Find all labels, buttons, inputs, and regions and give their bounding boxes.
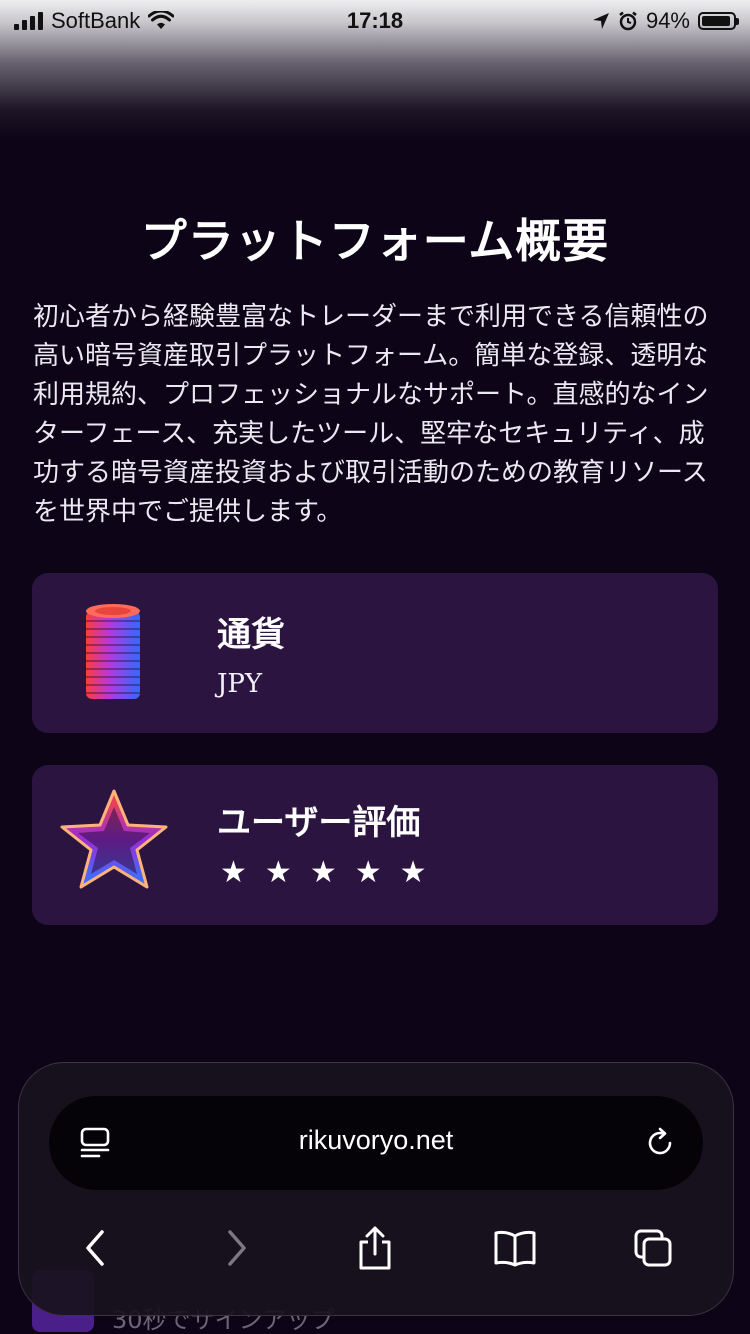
battery-percent: 94% — [645, 8, 690, 33]
back-button[interactable] — [65, 1218, 125, 1278]
rating-star-3: ★ — [309, 855, 337, 890]
tabs-button[interactable] — [623, 1218, 683, 1278]
status-right: 94% — [592, 8, 739, 34]
currency-label: 通貨 — [217, 615, 285, 655]
book-icon — [494, 1230, 536, 1267]
tabs-icon — [634, 1229, 672, 1267]
page-description: 初心者から経験豊富なトレーダーまで利用できる信頼性の高い暗号資産取引プラットフォ… — [33, 302, 709, 527]
location-arrow-icon — [592, 13, 609, 29]
url-text[interactable]: rikuvoryo.net — [49, 1125, 703, 1156]
reload-icon[interactable] — [643, 1126, 677, 1160]
rating-label: ユーザー評価 — [217, 803, 421, 843]
rating-star-2: ★ — [264, 855, 292, 890]
browser-toolbar: rikuvoryo.net — [18, 1062, 734, 1316]
chevron-left-icon — [86, 1230, 104, 1266]
share-button[interactable] — [345, 1218, 405, 1278]
bookmarks-button[interactable] — [485, 1218, 545, 1278]
share-icon — [359, 1226, 391, 1270]
coin-stack-icon — [86, 604, 140, 699]
battery-fill — [702, 16, 730, 26]
alarm-icon — [619, 11, 637, 31]
chevron-right-icon — [228, 1230, 246, 1266]
user-rating-card: ユーザー評価 ★ ★ ★ ★ ★ — [32, 765, 718, 925]
rating-stars: ★ ★ ★ ★ ★ — [220, 855, 427, 890]
status-bar: SoftBank 17:18 94% — [0, 0, 750, 40]
rating-star-5: ★ — [399, 855, 427, 890]
forward-button[interactable] — [207, 1218, 267, 1278]
currency-card: 通貨 JPY — [32, 573, 718, 733]
star-icon — [60, 789, 168, 889]
address-bar[interactable]: rikuvoryo.net — [49, 1096, 703, 1190]
page-title: プラットフォーム概要 — [140, 214, 610, 268]
rating-star-4: ★ — [354, 855, 382, 890]
rating-star-1: ★ — [220, 855, 247, 890]
battery-icon — [698, 12, 739, 30]
currency-value: JPY — [217, 669, 263, 699]
